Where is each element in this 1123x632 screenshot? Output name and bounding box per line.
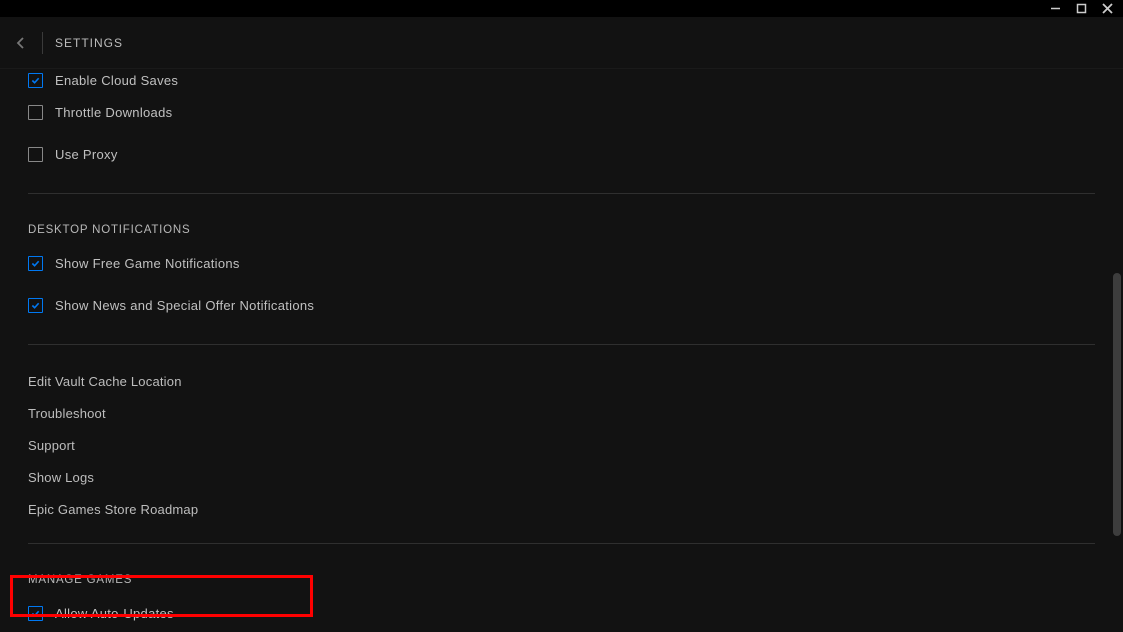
option-label: Throttle Downloads — [55, 105, 172, 120]
divider — [28, 344, 1095, 345]
link-label: Show Logs — [28, 470, 94, 485]
section-header-manage-games: MANAGE GAMES — [28, 574, 1095, 586]
option-free-game-notifications[interactable]: Show Free Game Notifications — [28, 242, 1095, 284]
link-label: Troubleshoot — [28, 406, 106, 421]
header-divider — [42, 32, 43, 54]
option-label: Show Free Game Notifications — [55, 256, 240, 271]
link-edit-vault-cache[interactable]: Edit Vault Cache Location — [28, 365, 1095, 397]
option-label: Show News and Special Offer Notification… — [55, 298, 314, 313]
option-throttle-downloads[interactable]: Throttle Downloads — [28, 91, 1095, 133]
link-show-logs[interactable]: Show Logs — [28, 461, 1095, 493]
option-allow-auto-updates[interactable]: Allow Auto-Updates — [28, 592, 1095, 632]
checkbox-icon — [28, 147, 43, 162]
checkbox-icon — [28, 73, 43, 88]
link-roadmap[interactable]: Epic Games Store Roadmap — [28, 493, 1095, 525]
close-button[interactable] — [1099, 1, 1115, 17]
link-troubleshoot[interactable]: Troubleshoot — [28, 397, 1095, 429]
divider — [28, 193, 1095, 194]
checkbox-icon — [28, 298, 43, 313]
page-title: SETTINGS — [55, 36, 123, 50]
option-label: Enable Cloud Saves — [55, 73, 178, 88]
link-label: Edit Vault Cache Location — [28, 374, 182, 389]
link-label: Epic Games Store Roadmap — [28, 502, 198, 517]
link-label: Support — [28, 438, 75, 453]
option-enable-cloud-saves[interactable]: Enable Cloud Saves — [28, 69, 1095, 91]
option-label: Allow Auto-Updates — [55, 606, 174, 621]
checkbox-icon — [28, 606, 43, 621]
option-label: Use Proxy — [55, 147, 118, 162]
link-support[interactable]: Support — [28, 429, 1095, 461]
scrollbar-track[interactable] — [1113, 69, 1121, 632]
section-header-notifications: DESKTOP NOTIFICATIONS — [28, 224, 1095, 236]
minimize-button[interactable] — [1047, 1, 1063, 17]
checkbox-icon — [28, 105, 43, 120]
option-news-notifications[interactable]: Show News and Special Offer Notification… — [28, 284, 1095, 326]
content-area: Enable Cloud Saves Throttle Downloads Us… — [0, 69, 1123, 632]
header: SETTINGS — [0, 17, 1123, 69]
links-block: Edit Vault Cache Location Troubleshoot S… — [28, 365, 1095, 525]
maximize-button[interactable] — [1073, 1, 1089, 17]
back-button[interactable] — [10, 32, 32, 54]
titlebar — [0, 0, 1123, 17]
checkbox-icon — [28, 256, 43, 271]
option-use-proxy[interactable]: Use Proxy — [28, 133, 1095, 175]
scrollbar-thumb[interactable] — [1113, 273, 1121, 536]
divider — [28, 543, 1095, 544]
